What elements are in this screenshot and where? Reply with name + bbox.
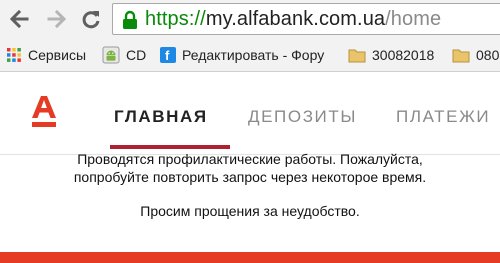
bookmark-label: 30082018 [372, 47, 435, 63]
bookmark-label: Сервисы [28, 47, 87, 63]
bookmark-services[interactable]: Сервисы [6, 43, 86, 67]
forward-button[interactable] [44, 6, 70, 32]
url-scheme: https:// [145, 8, 206, 30]
nav-payments[interactable]: ПЛАТЕЖИ [396, 107, 490, 127]
nav-active-indicator [110, 145, 230, 149]
nav-deposits[interactable]: ДЕПОЗИТЫ [248, 107, 357, 127]
back-button[interactable] [6, 6, 32, 32]
bookmark-30082018[interactable]: 30082018 [348, 43, 434, 67]
android-icon [102, 46, 120, 64]
bookmark-label: Редактировать - Фору [182, 47, 325, 63]
url-host: my.alfabank.com.ua [205, 8, 386, 30]
bookmark-cd[interactable]: CD [102, 43, 146, 67]
url-text: https://my.alfabank.com.ua/home [145, 7, 441, 31]
lock-icon [123, 10, 137, 29]
site-favicon-icon: f [160, 47, 176, 63]
alfabank-logo[interactable] [30, 94, 58, 133]
apps-grid-icon [6, 47, 22, 63]
apology-text: Просим прощения за неудобство. [140, 203, 360, 219]
nav-home[interactable]: ГЛАВНАЯ [114, 107, 208, 127]
svg-text:f: f [165, 48, 170, 63]
url-path: /home [385, 8, 442, 30]
bookmark-edit-forum[interactable]: f Редактировать - Фору [160, 43, 324, 67]
maintenance-message: Проводятся профилактические работы. Пожа… [0, 150, 500, 220]
folder-icon [348, 47, 366, 63]
reload-icon [82, 11, 100, 29]
bookmark-label: 080 [476, 47, 500, 63]
bookmarks-bar: Сервисы CD f Редактировать - Фору 300820… [0, 38, 500, 72]
address-bar[interactable]: https://my.alfabank.com.ua/home [112, 3, 500, 35]
folder-icon [452, 47, 470, 63]
back-arrow-icon [9, 9, 29, 29]
footer-brand-bar [0, 252, 500, 263]
browser-toolbar: https://my.alfabank.com.ua/home [0, 0, 500, 38]
message-line-2: попробуйте повторить запрос через некото… [73, 169, 427, 185]
site-header: ГЛАВНАЯ ДЕПОЗИТЫ ПЛАТЕЖИ [0, 73, 500, 155]
forward-arrow-icon [47, 9, 67, 29]
message-line-1: Проводятся профилактические работы. Пожа… [77, 151, 423, 167]
bookmark-label: CD [126, 47, 147, 63]
reload-button[interactable] [78, 6, 104, 32]
bookmark-folder-080[interactable]: 080 [452, 43, 499, 67]
